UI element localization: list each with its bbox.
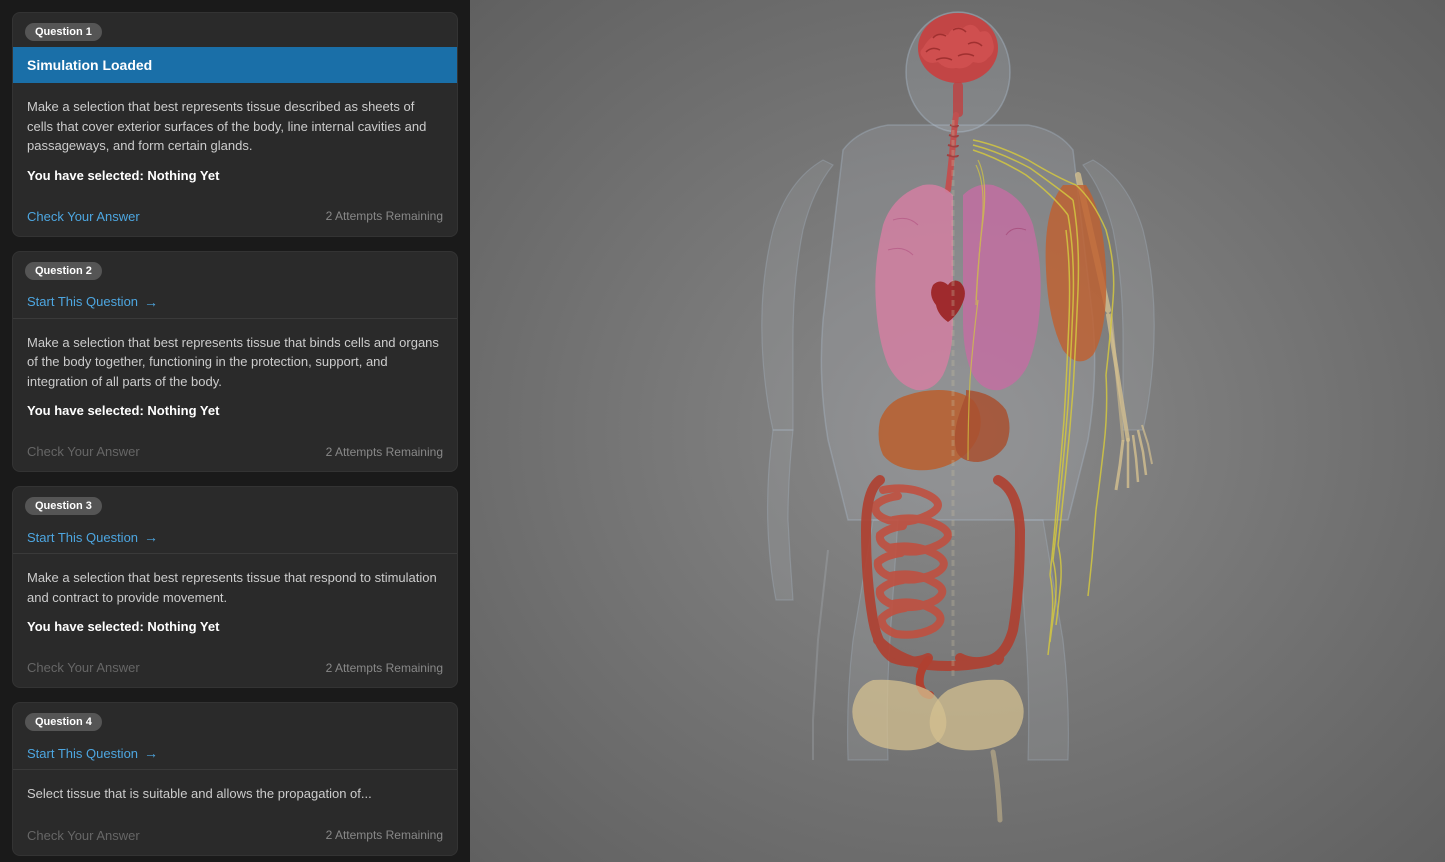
attempts-label-3: 2 Attempts Remaining (326, 661, 443, 675)
question-footer-3: Check Your Answer 2 Attempts Remaining (13, 660, 457, 687)
question-header-title-1: Simulation Loaded (27, 57, 443, 73)
start-question-link-3[interactable]: Start This Question → (27, 529, 443, 545)
questions-panel: Question 1 Simulation Loaded Make a select… (0, 0, 470, 862)
question-header-3[interactable]: Start This Question → (13, 521, 457, 554)
question-body-3: Make a selection that best represents ti… (13, 554, 457, 660)
attempts-label-1: 2 Attempts Remaining (326, 209, 443, 223)
question-text-3: Make a selection that best represents ti… (27, 568, 443, 607)
question-header-2[interactable]: Start This Question → (13, 286, 457, 319)
question-text-2: Make a selection that best represents ti… (27, 333, 443, 392)
question-footer-4: Check Your Answer 2 Attempts Remaining (13, 828, 457, 855)
attempts-label-4: 2 Attempts Remaining (326, 828, 443, 842)
check-answer-1[interactable]: Check Your Answer (27, 209, 140, 224)
start-question-link-2[interactable]: Start This Question → (27, 294, 443, 310)
question-text-1: Make a selection that best represents ti… (27, 97, 443, 156)
attempts-label-2: 2 Attempts Remaining (326, 445, 443, 459)
question-header-4[interactable]: Start This Question → (13, 737, 457, 770)
anatomy-svg (618, 0, 1298, 862)
selected-label-1: You have selected: Nothing Yet (27, 168, 443, 183)
arrow-icon: → (144, 745, 158, 761)
question-body-1: Make a selection that best represents ti… (13, 83, 457, 209)
question-card-1: Question 1 Simulation Loaded Make a select… (12, 12, 458, 237)
check-answer-4: Check Your Answer (27, 828, 140, 843)
question-text-4: Select tissue that is suitable and allow… (27, 784, 443, 804)
anatomy-container (470, 0, 1445, 862)
question-badge-3: Question 3 (25, 497, 102, 515)
arrow-icon: → (144, 529, 158, 545)
selected-label-3: You have selected: Nothing Yet (27, 619, 443, 634)
arrow-icon: → (144, 294, 158, 310)
start-question-link-4[interactable]: Start This Question → (27, 745, 443, 761)
question-card-2: Question 2 Start This Question → Make a se… (12, 251, 458, 473)
question-badge-4: Question 4 (25, 713, 102, 731)
question-body-2: Make a selection that best represents ti… (13, 319, 457, 445)
question-body-4: Select tissue that is suitable and allow… (13, 770, 457, 828)
check-answer-3: Check Your Answer (27, 660, 140, 675)
question-header-1: Simulation Loaded (13, 47, 457, 83)
check-answer-2: Check Your Answer (27, 444, 140, 459)
question-badge-1: Question 1 (25, 23, 102, 41)
selected-label-2: You have selected: Nothing Yet (27, 403, 443, 418)
question-card-4: Question 4 Start This Question → Select ti… (12, 702, 458, 856)
anatomy-viewer (470, 0, 1445, 862)
question-footer-2: Check Your Answer 2 Attempts Remaining (13, 444, 457, 471)
question-card-3: Question 3 Start This Question → Make a se… (12, 486, 458, 688)
question-badge-2: Question 2 (25, 262, 102, 280)
question-footer-1: Check Your Answer 2 Attempts Remaining (13, 209, 457, 236)
